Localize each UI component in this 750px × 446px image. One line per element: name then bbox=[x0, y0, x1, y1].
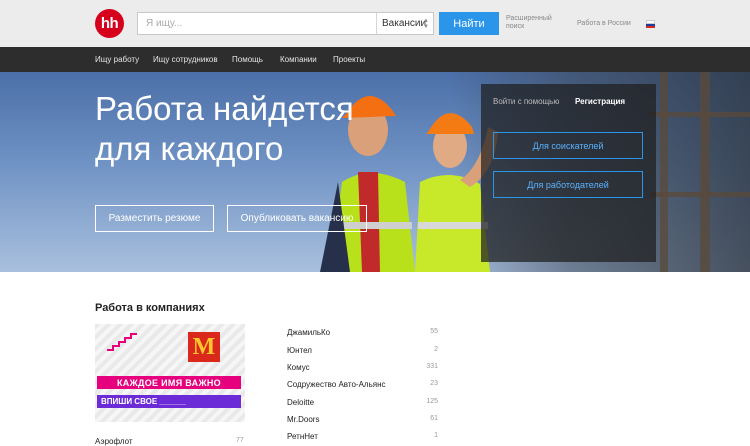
hero-title-line1: Работа найдется bbox=[95, 90, 354, 127]
banner-subline: ВПИШИ СВОЕ ______ bbox=[97, 395, 241, 408]
list-item[interactable]: РетнНет 1 bbox=[287, 432, 438, 441]
company-name: ДжамильКо bbox=[287, 328, 331, 337]
post-resume-button[interactable]: Разместить резюме bbox=[95, 205, 214, 232]
list-item[interactable]: Deloitte 125 bbox=[287, 398, 438, 407]
steel-beam bbox=[650, 192, 750, 197]
tab-register[interactable]: Регистрация bbox=[575, 97, 625, 106]
hero-title-line2: для каждого bbox=[95, 130, 284, 167]
company-vacancy-count: 23 bbox=[430, 380, 438, 387]
search-type-label: Вакансии bbox=[382, 18, 427, 29]
nav-item-companies[interactable]: Компании bbox=[280, 47, 317, 72]
for-employers-button[interactable]: Для работодателей bbox=[493, 171, 643, 198]
list-item[interactable]: Юнтел 2 bbox=[287, 346, 438, 355]
companies-section-title: Работа в компаниях bbox=[95, 302, 205, 314]
russia-flag-icon[interactable] bbox=[646, 20, 655, 28]
company-name: Deloitte bbox=[287, 398, 315, 407]
company-vacancy-count: 61 bbox=[430, 415, 438, 422]
company-name: Комус bbox=[287, 363, 310, 372]
company-name: РетнНет bbox=[287, 432, 318, 441]
company-vacancy-count: 55 bbox=[430, 328, 438, 335]
company-name: Mr.Doors bbox=[287, 415, 320, 424]
list-item[interactable]: Комус 331 bbox=[287, 363, 438, 372]
nav-item-find-job[interactable]: Ищу работу bbox=[95, 47, 139, 72]
hh-logo[interactable]: hh bbox=[95, 9, 124, 38]
banner-headline: КАЖДОЕ ИМЯ ВАЖНО bbox=[97, 376, 241, 389]
advanced-search-link[interactable]: Расширенный поиск bbox=[506, 15, 556, 31]
banner-company-name[interactable]: Аэрофлот bbox=[95, 437, 133, 446]
search-input[interactable] bbox=[138, 13, 382, 34]
main-nav: Ищу работу Ищу сотрудников Помощь Компан… bbox=[0, 47, 750, 72]
advanced-search-line2: поиск bbox=[506, 23, 525, 30]
company-vacancy-count: 331 bbox=[426, 363, 438, 370]
hero-title: Работа найдется для каждого bbox=[95, 89, 365, 169]
nav-item-help[interactable]: Помощь bbox=[232, 47, 263, 72]
mcdonalds-ad-banner[interactable]: M КАЖДОЕ ИМЯ ВАЖНО ВПИШИ СВОЕ ______ bbox=[95, 324, 245, 422]
company-vacancy-count: 1 bbox=[434, 432, 438, 439]
nav-item-projects[interactable]: Проекты bbox=[333, 47, 365, 72]
steel-beam bbox=[660, 72, 668, 272]
company-name: Юнтел bbox=[287, 346, 312, 355]
login-panel: Войти с помощью Регистрация Для соискате… bbox=[481, 84, 656, 262]
search-box: Вакансии ▲▼ bbox=[137, 12, 434, 35]
mcdonalds-logo: M bbox=[188, 332, 220, 362]
select-arrows-icon: ▲ ▼ bbox=[423, 18, 429, 30]
list-item[interactable]: Mr.Doors 61 bbox=[287, 415, 438, 424]
advanced-search-line1: Расширенный bbox=[506, 15, 552, 22]
stairs-icon bbox=[107, 333, 137, 351]
list-item[interactable]: ДжамильКо 55 bbox=[287, 328, 438, 337]
top-header: hh Вакансии ▲▼ Найти Расширенный поиск Р… bbox=[0, 0, 750, 47]
tab-login[interactable]: Войти с помощью bbox=[493, 97, 559, 106]
steel-beam bbox=[650, 112, 750, 117]
region-link[interactable]: Работа в России bbox=[577, 20, 631, 27]
list-item[interactable]: Содружество Авто-Альянс 23 bbox=[287, 380, 438, 389]
steel-beam bbox=[700, 72, 710, 272]
search-type-select[interactable]: Вакансии ▲ ▼ bbox=[376, 13, 434, 34]
company-vacancy-count: 125 bbox=[426, 398, 438, 405]
post-vacancy-button[interactable]: Опубликовать вакансию bbox=[227, 205, 367, 232]
find-button[interactable]: Найти bbox=[439, 12, 499, 35]
company-vacancy-count: 2 bbox=[434, 346, 438, 353]
nav-item-find-employees[interactable]: Ищу сотрудников bbox=[153, 47, 218, 72]
hero-banner: Работа найдется для каждого Разместить р… bbox=[0, 72, 750, 272]
for-seekers-button[interactable]: Для соискателей bbox=[493, 132, 643, 159]
company-name: Содружество Авто-Альянс bbox=[287, 380, 386, 389]
